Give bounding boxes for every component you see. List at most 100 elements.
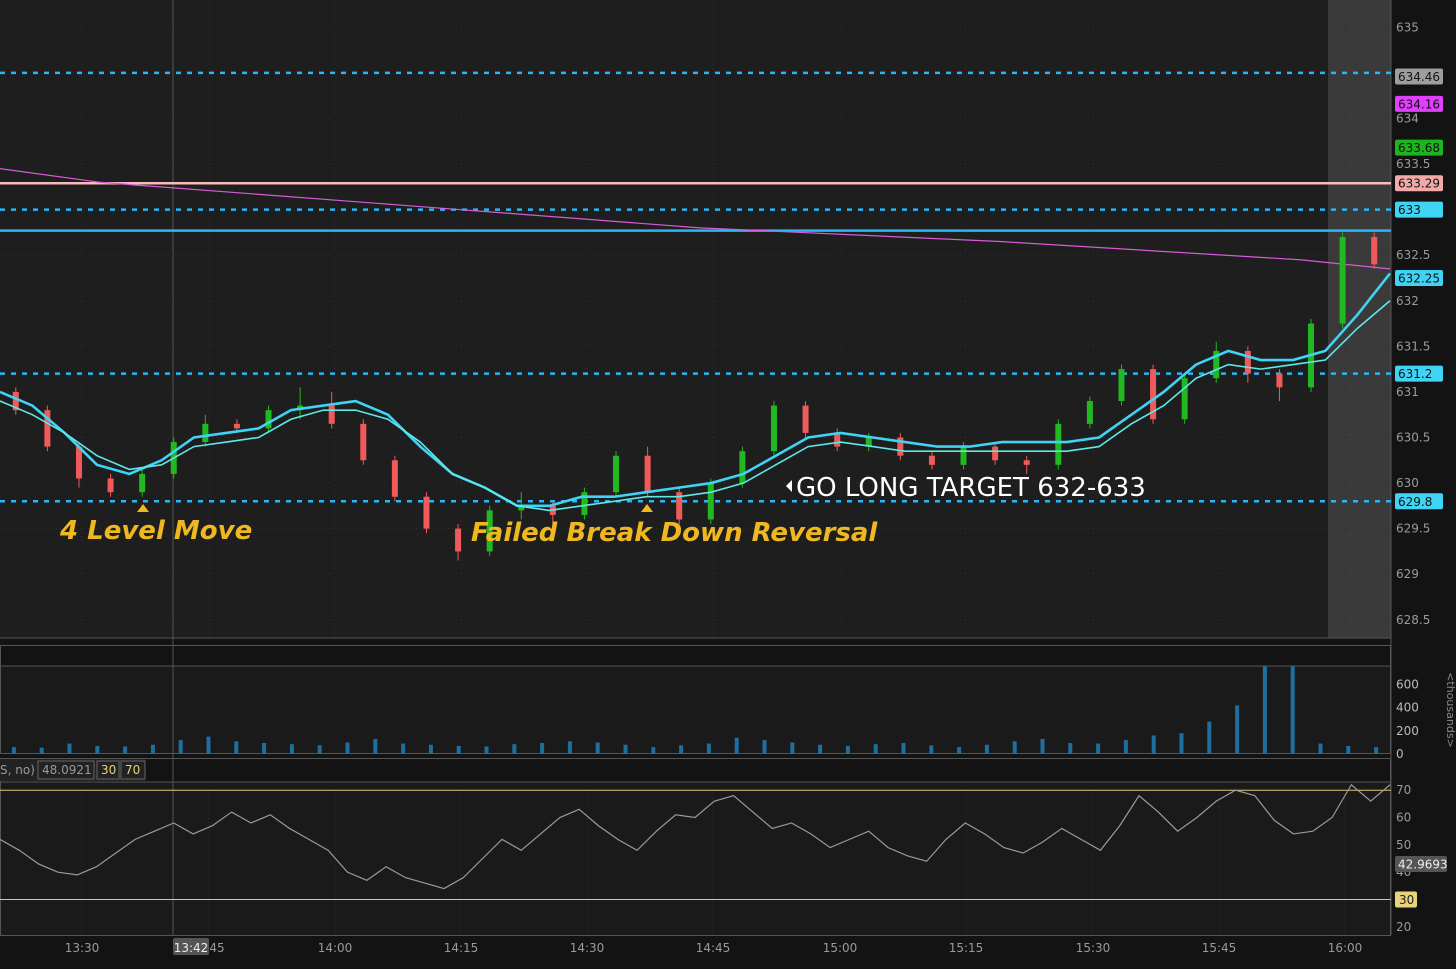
volume-bar-32 bbox=[901, 743, 906, 754]
trading-chart[interactable]: 4 Level Move Failed Break Down Reversal … bbox=[0, 0, 1456, 965]
volume-bar-46 bbox=[1290, 666, 1295, 754]
volume-bar-44 bbox=[1235, 705, 1240, 754]
rsi-tick-label-5: 20 bbox=[1396, 920, 1411, 934]
candle-24 bbox=[770, 401, 777, 456]
volume-bar-33 bbox=[929, 745, 934, 754]
volume-bar-22 bbox=[623, 744, 628, 754]
price-badge-label-7: 629.8 bbox=[1398, 495, 1432, 509]
volume-bar-0 bbox=[11, 747, 16, 754]
candle-body-14 bbox=[455, 528, 462, 552]
volume-bar-27 bbox=[762, 740, 767, 754]
candle-19 bbox=[613, 451, 620, 497]
rsi-tick-label-0: 70 bbox=[1396, 783, 1411, 797]
candle-42 bbox=[1339, 232, 1346, 329]
time-tick-label-8: 15:15 bbox=[949, 941, 984, 955]
annotation-go-long: GO LONG TARGET 632-633 bbox=[796, 473, 1146, 503]
rsi-low-badge: 30 bbox=[1395, 891, 1417, 908]
candle-body-12 bbox=[391, 460, 398, 497]
price-tick-label-4: 632 bbox=[1396, 294, 1419, 308]
volume-bar-9 bbox=[262, 743, 267, 754]
volume-tick-label-1: 400 bbox=[1396, 701, 1419, 715]
candle-body-35 bbox=[1118, 369, 1125, 402]
candle-body-25 bbox=[802, 405, 809, 433]
volume-bar-26 bbox=[734, 737, 739, 754]
volume-bar-2 bbox=[67, 743, 72, 754]
volume-bar-16 bbox=[456, 745, 461, 754]
price-tick-label-1: 634 bbox=[1396, 111, 1419, 125]
volume-bar-39 bbox=[1096, 743, 1101, 754]
price-badge-label-5: 632.25 bbox=[1398, 271, 1440, 285]
time-crosshair-text: 13:42 bbox=[174, 941, 209, 955]
volume-bar-3 bbox=[95, 745, 100, 754]
volume-bar-17 bbox=[484, 746, 489, 754]
volume-bar-10 bbox=[289, 744, 294, 754]
rsi-high-value: 70 bbox=[125, 763, 140, 777]
time-tick-label-3: 14:00 bbox=[318, 941, 353, 955]
price-badge-3: 633.29 bbox=[1395, 175, 1443, 192]
candle-11 bbox=[360, 419, 367, 465]
rsi-header: S, no) 48.0921 30 70 bbox=[0, 759, 146, 781]
rsi-current-value: 48.0921 bbox=[42, 763, 92, 777]
candle-1 bbox=[44, 405, 51, 452]
volume-bar-12 bbox=[345, 742, 350, 754]
time-tick-label-10: 15:45 bbox=[1202, 941, 1237, 955]
price-tick-label-8: 630 bbox=[1396, 476, 1419, 490]
candle-body-37 bbox=[1181, 378, 1188, 420]
volume-bar-1 bbox=[39, 747, 44, 754]
annotation-4-level-move: 4 Level Move bbox=[59, 516, 252, 546]
price-badge-label-1: 634.16 bbox=[1398, 97, 1440, 111]
volume-bar-7 bbox=[206, 736, 211, 754]
candle-25 bbox=[802, 401, 809, 438]
candle-body-32 bbox=[1023, 460, 1030, 465]
volume-unit-label: <thousands> bbox=[1444, 672, 1456, 748]
candle-body-13 bbox=[423, 496, 430, 529]
rsi-low-badge-label: 30 bbox=[1399, 893, 1414, 907]
candle-36 bbox=[1150, 364, 1157, 424]
volume-bar-37 bbox=[1040, 738, 1045, 754]
annotation-failed-break-down: Failed Break Down Reversal bbox=[471, 518, 878, 548]
candle-body-7 bbox=[233, 423, 240, 429]
price-badge-label-3: 633.29 bbox=[1398, 177, 1440, 191]
volume-bar-13 bbox=[373, 738, 378, 754]
price-tick-label-0: 635 bbox=[1396, 20, 1419, 34]
candle-body-3 bbox=[107, 478, 114, 493]
price-badge-7: 629.8 bbox=[1395, 493, 1443, 510]
volume-bar-41 bbox=[1151, 735, 1156, 754]
candle-body-39 bbox=[1244, 350, 1251, 374]
candle-body-43 bbox=[1371, 236, 1378, 265]
candle-43 bbox=[1371, 232, 1378, 269]
price-tick-label-6: 631 bbox=[1396, 385, 1419, 399]
price-badge-0: 634.46 bbox=[1395, 68, 1443, 85]
candle-23 bbox=[739, 446, 746, 488]
candle-body-40 bbox=[1276, 373, 1283, 388]
candle-body-22 bbox=[707, 483, 714, 520]
candle-body-24 bbox=[770, 405, 777, 452]
candle-body-42 bbox=[1339, 236, 1346, 324]
candle-body-29 bbox=[928, 455, 935, 465]
volume-bar-40 bbox=[1123, 740, 1128, 754]
volume-bar-35 bbox=[984, 744, 989, 754]
candle-13 bbox=[423, 492, 430, 534]
candle-body-30 bbox=[960, 446, 967, 465]
volume-tick-label-3: 0 bbox=[1396, 747, 1404, 761]
volume-bar-5 bbox=[150, 744, 155, 754]
price-tick-label-11: 628.5 bbox=[1396, 613, 1430, 627]
time-tick-label-9: 15:30 bbox=[1076, 941, 1111, 955]
volume-bar-25 bbox=[706, 743, 711, 754]
candle-18 bbox=[581, 487, 588, 520]
volume-bar-20 bbox=[567, 741, 572, 754]
candle-body-23 bbox=[739, 451, 746, 484]
rsi-low-value: 30 bbox=[101, 763, 116, 777]
time-tick-label-7: 15:00 bbox=[823, 941, 858, 955]
volume-bar-19 bbox=[540, 743, 545, 754]
volume-bar-43 bbox=[1207, 721, 1212, 754]
volume-bar-47 bbox=[1318, 743, 1323, 754]
candle-33 bbox=[1055, 419, 1062, 470]
time-tick-label-6: 14:45 bbox=[696, 941, 731, 955]
price-badge-4: 633 bbox=[1395, 201, 1443, 218]
volume-bar-4 bbox=[123, 746, 128, 754]
price-badge-1: 634.16 bbox=[1395, 95, 1443, 112]
volume-bar-36 bbox=[1012, 741, 1017, 754]
candle-body-10 bbox=[328, 405, 335, 424]
time-tick-label-2: 45 bbox=[209, 941, 224, 955]
